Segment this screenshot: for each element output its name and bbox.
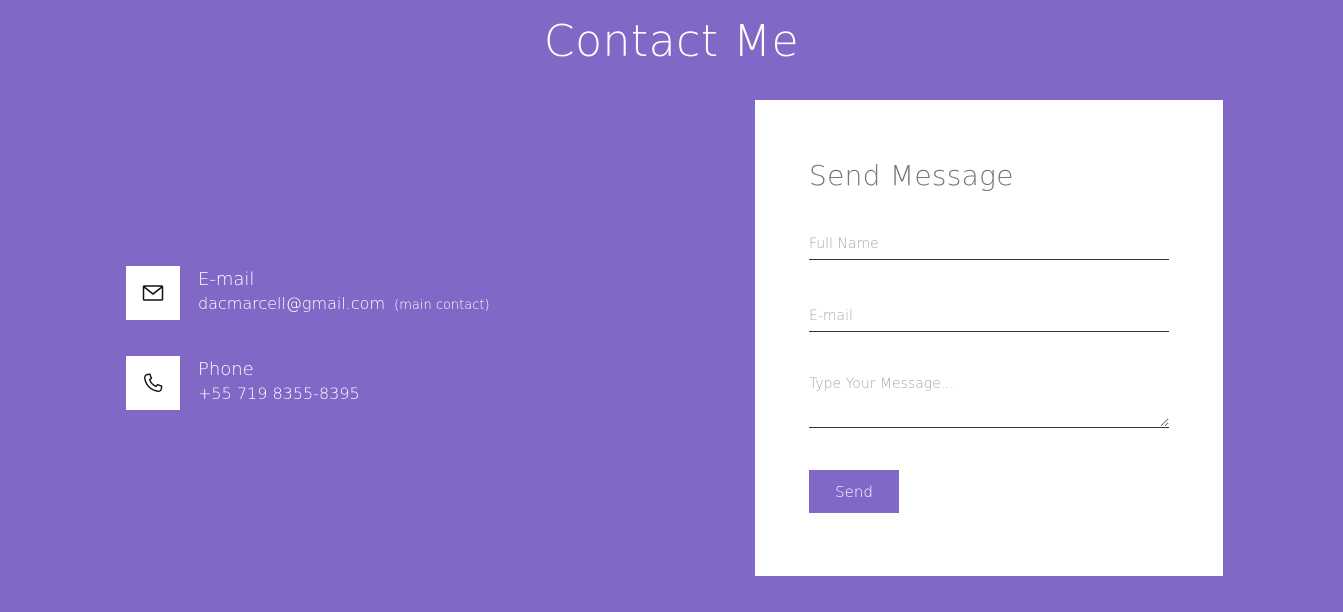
contact-email-note: (main contact) bbox=[394, 298, 490, 313]
email-input[interactable] bbox=[809, 300, 1169, 332]
full-name-input[interactable] bbox=[809, 228, 1169, 260]
envelope-icon bbox=[126, 266, 180, 320]
message-textarea[interactable] bbox=[809, 374, 1169, 428]
contact-email-value[interactable]: dacmarcell@gmail.com bbox=[198, 292, 385, 316]
contact-email-label: E-mail bbox=[198, 269, 255, 290]
contact-phone-label: Phone bbox=[198, 359, 254, 380]
form-title: Send Message bbox=[809, 159, 1014, 192]
phone-icon bbox=[126, 356, 180, 410]
contact-phone-text: Phone +55 719 8355-8395 bbox=[198, 358, 360, 406]
contact-page: Contact Me E-mail dacmarcell@gmail.com (… bbox=[0, 0, 1343, 612]
contact-email-text: E-mail dacmarcell@gmail.com (main contac… bbox=[198, 268, 490, 316]
contact-form: Send Message Send bbox=[755, 100, 1223, 576]
send-button[interactable]: Send bbox=[809, 470, 899, 513]
page-title: Contact Me bbox=[543, 16, 800, 67]
contact-phone-value[interactable]: +55 719 8355-8395 bbox=[198, 382, 360, 406]
